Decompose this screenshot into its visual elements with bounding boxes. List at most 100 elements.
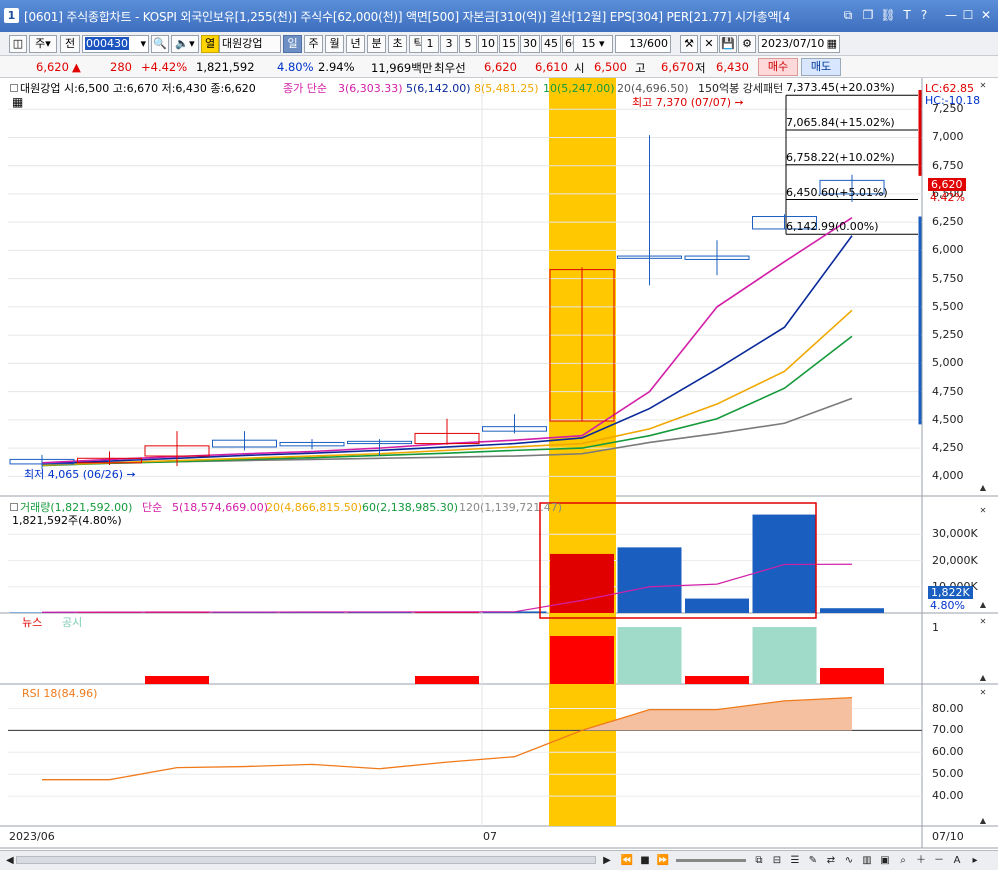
panel-maximize-icon[interactable]: ▲ [978, 483, 988, 493]
zoom-in-icon[interactable]: ＋ [914, 854, 928, 868]
ma-label: 종가 단순 [283, 82, 327, 95]
grid-icon[interactable]: ▦ [12, 96, 23, 109]
prev-button[interactable]: 전 [60, 35, 80, 53]
volume-bar [617, 547, 682, 613]
calendar-icon[interactable]: ▦ [827, 36, 837, 52]
link-icon[interactable]: ⛓ [880, 8, 896, 23]
period-tab[interactable]: 주 [304, 35, 323, 53]
compare-icon[interactable]: ⇄ [824, 854, 838, 868]
ma20-legend: 20(4,696.50) [617, 82, 689, 95]
scrollbar[interactable] [16, 856, 596, 864]
notice-bar [617, 627, 682, 684]
date-input[interactable]: 2023/07/10 ▦ [758, 35, 840, 53]
vol-ma120-legend: 120(1,139,721.47) [459, 501, 563, 514]
copy-icon[interactable]: ❐ [860, 8, 876, 23]
panel-toggle-icon[interactable]: ◫ [9, 35, 27, 53]
period-tab[interactable]: 분 [367, 35, 386, 53]
price-y-tick: 4,000 [932, 469, 964, 483]
close-icon[interactable]: ✕ [978, 8, 994, 23]
buy-button[interactable]: 매수 [758, 58, 798, 76]
high-note: 최고 7,370 (07/07) ➙ [632, 96, 744, 109]
image-icon[interactable]: ▣ [878, 854, 892, 868]
list-icon[interactable]: ☰ [788, 854, 802, 868]
trade-amount: 11,969백만 [371, 61, 433, 75]
window-number-icon[interactable]: 1 [4, 8, 19, 23]
text-tool-icon[interactable]: T [899, 8, 915, 23]
draw-icon[interactable]: ✎ [806, 854, 820, 868]
count-input[interactable]: 13/600 [615, 35, 671, 53]
panel-close-icon[interactable]: ✕ [978, 617, 988, 627]
interval-button[interactable]: 45 [541, 35, 561, 53]
stop-icon[interactable]: ■ [638, 854, 652, 868]
indicator-icon[interactable]: ∿ [842, 854, 856, 868]
search-icon[interactable]: 🔍 [151, 35, 169, 53]
price-y-tick: 4,750 [932, 384, 964, 398]
group-tag[interactable]: 열 [201, 35, 219, 53]
notice-bar [752, 627, 817, 684]
news-bar [415, 676, 479, 684]
price-y-tick: 4,500 [932, 412, 964, 426]
sound-icon[interactable]: 🔈▾ [171, 35, 199, 53]
sell-button[interactable]: 매도 [801, 58, 841, 76]
period-tab[interactable]: 월 [325, 35, 344, 53]
market-select[interactable]: 주▾ [29, 35, 57, 53]
panel-maximize-icon[interactable]: ▲ [978, 816, 988, 826]
rewind-icon[interactable]: ⏪ [620, 854, 634, 868]
panel-close-icon[interactable]: ✕ [978, 506, 988, 516]
scroll-left-icon[interactable]: ◀ [6, 854, 14, 868]
rsi-legend: RSI 18(84.96) [22, 687, 98, 700]
period-tab[interactable]: 초 [388, 35, 407, 53]
interval-button[interactable]: 3 [440, 35, 458, 53]
panel-close-icon[interactable]: ✕ [978, 81, 988, 91]
up-arrow-icon: ▲ [72, 60, 81, 74]
price-y-tick: 5,000 [932, 356, 964, 370]
more-icon[interactable]: ▸ [968, 854, 982, 868]
interval-button[interactable]: 5 [459, 35, 477, 53]
price-y-tick: 5,250 [932, 328, 964, 342]
interval-select[interactable]: 15 ▾ [573, 35, 613, 53]
period-tab[interactable]: 년 [346, 35, 365, 53]
interval-button[interactable]: 15 [499, 35, 519, 53]
maximize-icon[interactable]: ☐ [960, 8, 976, 23]
volume-sub: 1,821,592주(4.80%) [12, 514, 122, 527]
save-icon[interactable]: 💾 [719, 35, 737, 53]
price-y-tick: 7,250 [932, 102, 964, 116]
period-tab[interactable]: 일 [283, 35, 302, 53]
interval-button[interactable]: 10 [478, 35, 498, 53]
x-axis-start: 2023/06 [9, 830, 55, 843]
split-icon[interactable]: ⊟ [770, 854, 784, 868]
layout-icon[interactable]: ⧉ [752, 854, 766, 868]
zoom-out-icon[interactable]: － [932, 854, 946, 868]
fast-forward-icon[interactable]: ⏩ [656, 854, 670, 868]
speed-slider[interactable] [676, 859, 746, 862]
rsi-y-tick: 60.00 [932, 745, 964, 759]
panel-maximize-icon[interactable]: ▲ [978, 673, 988, 683]
tool-icon[interactable]: ⚒ [680, 35, 698, 53]
font-size-icon[interactable]: A [950, 854, 964, 868]
help-icon[interactable]: ? [916, 8, 932, 23]
stock-code-input[interactable]: 000430 ▾ [82, 35, 149, 53]
panel-maximize-icon[interactable]: ▲ [978, 600, 988, 610]
low-price: 6,430 [716, 60, 749, 74]
news-bar [145, 676, 209, 684]
settings-icon[interactable]: ⚙ [738, 35, 756, 53]
scroll-right-icon[interactable]: ▶ [600, 854, 614, 868]
chart-area[interactable]: 대원강업 시:6,500 고:6,670 저:6,430 종:6,620 종가 … [0, 78, 998, 850]
quote-bar: 6,620 ▲ 280 +4.42% 1,821,592 4.80% 2.94%… [0, 56, 998, 78]
crosshair-icon[interactable]: ✕ [700, 35, 718, 53]
chart-type-icon[interactable]: ▥ [860, 854, 874, 868]
zoom-icon[interactable]: ⌕ [896, 854, 910, 868]
status-bar: ◀ ▶ ⏪ ■ ⏩ ⧉ ⊟ ☰ ✎ ⇄ ∿ ▥ ▣ ⌕ ＋ － A ▸ [0, 850, 998, 870]
minimize-icon[interactable]: — [943, 8, 959, 23]
current-price-percent: 4.42% [930, 191, 965, 204]
vol-ma5-legend: 5(18,574,669.00) [172, 501, 269, 514]
price-y-tick: 7,000 [932, 130, 964, 144]
window-title: [0601] 주식종합차트 - KOSPI 외국인보유[1,255(천)] 주식… [24, 10, 791, 24]
news-legend: 뉴스 [22, 616, 43, 629]
volume-y-tick: 20,000K [932, 553, 978, 567]
layout-icon[interactable]: ⧉ [840, 8, 856, 23]
ma10-legend: 10(5,247.00) [543, 82, 615, 95]
interval-button[interactable]: 1 [421, 35, 439, 53]
panel-close-icon[interactable]: ✕ [978, 688, 988, 698]
interval-button[interactable]: 30 [520, 35, 540, 53]
